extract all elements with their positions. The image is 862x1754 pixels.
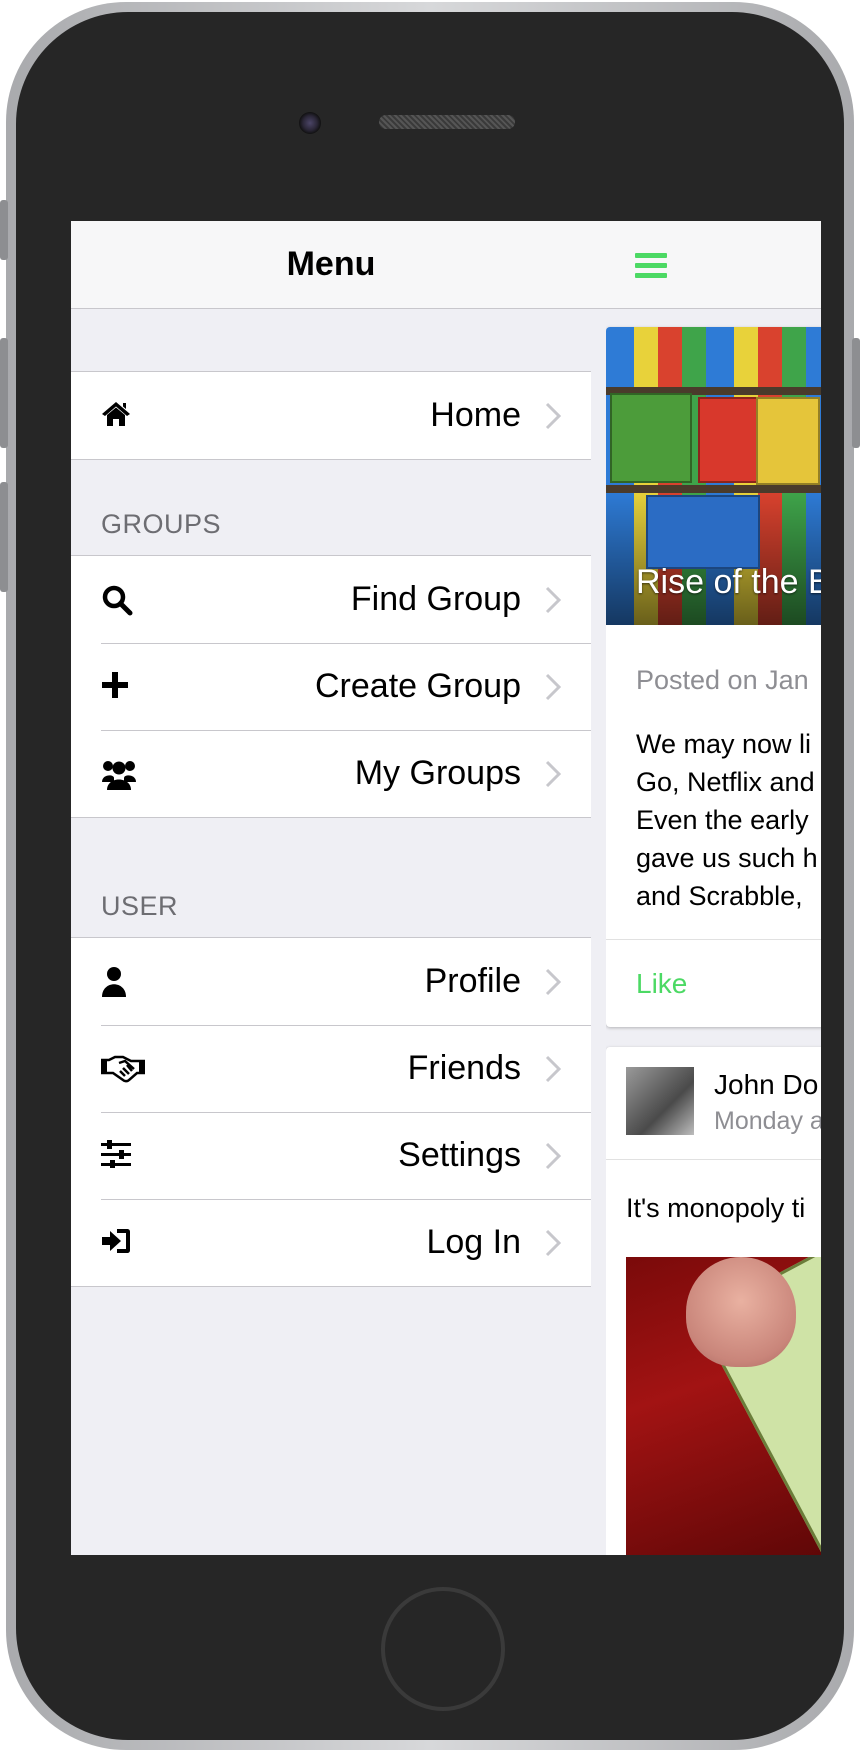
volume-down-button	[0, 482, 8, 592]
menu-item-label: Log In	[426, 1223, 521, 1261]
menu-item-my-groups[interactable]: My Groups	[71, 730, 591, 817]
chevron-right-icon	[545, 673, 562, 701]
menu-item-home[interactable]: Home	[71, 372, 591, 459]
article-card-footer: Like	[606, 939, 821, 1027]
volume-up-button	[0, 338, 8, 448]
menu-item-label: Find Group	[350, 580, 521, 618]
menu-item-find-group[interactable]: Find Group	[71, 556, 591, 643]
menu-item-log-in[interactable]: Log In	[71, 1199, 591, 1286]
nav-bar: Menu	[71, 221, 821, 309]
menu-item-label: My Groups	[354, 754, 521, 792]
user-icon	[101, 966, 137, 998]
user-list: Profile Friends Settings Log In	[71, 937, 591, 1287]
chevron-right-icon	[545, 760, 562, 788]
earpiece-speaker	[379, 115, 515, 129]
menu-item-label: Home	[430, 396, 521, 434]
home-button[interactable]	[381, 1587, 505, 1711]
menu-item-label: Create Group	[315, 667, 521, 705]
chevron-right-icon	[545, 402, 562, 430]
app-screen: Menu Home GROUPS Find Group Create Group…	[71, 221, 821, 1555]
groups-list: Find Group Create Group My Groups	[71, 555, 591, 818]
groups-section-label: GROUPS	[101, 509, 222, 539]
chevron-right-icon	[545, 586, 562, 614]
menu-item-label: Profile	[424, 962, 521, 1000]
chevron-right-icon	[545, 968, 562, 996]
menu-item-label: Settings	[398, 1136, 521, 1174]
sliders-icon	[101, 1140, 137, 1172]
avatar[interactable]	[626, 1067, 694, 1135]
plus-icon	[101, 671, 137, 703]
post-card[interactable]: John Do Monday a It's monopoly ti	[606, 1047, 821, 1555]
article-text-line: We may now li	[636, 729, 812, 759]
sign-in-icon	[101, 1227, 137, 1259]
chevron-right-icon	[545, 1142, 562, 1170]
menu-item-profile[interactable]: Profile	[71, 938, 591, 1025]
like-link[interactable]: Like	[636, 940, 687, 1027]
users-icon	[101, 758, 137, 790]
post-text: It's monopoly ti	[626, 1193, 806, 1223]
article-text-line: gave us such h	[636, 843, 818, 873]
power-button	[852, 338, 860, 448]
article-overlay-title: Rise of the B	[636, 563, 821, 601]
home-icon	[101, 400, 137, 432]
menu-title: Menu	[286, 245, 376, 283]
phone-frame: Menu Home GROUPS Find Group Create Group…	[0, 2, 860, 1750]
menu-item-create-group[interactable]: Create Group	[71, 643, 591, 730]
article-body: We may now li Go, Netflix and Even the e…	[636, 725, 821, 915]
post-image	[626, 1257, 821, 1555]
mute-switch	[0, 200, 8, 260]
menu-item-label: Friends	[407, 1049, 521, 1087]
front-camera	[299, 112, 321, 134]
chevron-right-icon	[545, 1055, 562, 1083]
article-text-line: and Scrabble,	[636, 881, 803, 911]
post-date: Monday a	[714, 1107, 821, 1135]
phone-bezel: Menu Home GROUPS Find Group Create Group…	[16, 12, 844, 1740]
post-header: John Do Monday a	[606, 1047, 821, 1160]
article-text-line: Go, Netflix and	[636, 767, 815, 797]
menu-item-friends[interactable]: Friends	[71, 1025, 591, 1112]
hamburger-icon[interactable]	[635, 253, 667, 279]
handshake-icon	[100, 1053, 146, 1085]
chevron-right-icon	[545, 1229, 562, 1257]
feed-content: Rise of the B Posted on Jan We may now l…	[606, 309, 821, 1555]
article-card[interactable]: Rise of the B Posted on Jan We may now l…	[606, 327, 821, 1027]
article-posted-date: Posted on Jan	[636, 665, 809, 695]
home-list: Home	[71, 371, 591, 460]
post-author-name[interactable]: John Do	[714, 1069, 818, 1101]
menu-item-settings[interactable]: Settings	[71, 1112, 591, 1199]
side-menu: Home GROUPS Find Group Create Group My G…	[71, 309, 591, 1555]
user-section-label: USER	[101, 891, 179, 921]
search-icon	[101, 584, 137, 616]
article-text-line: Even the early	[636, 805, 809, 835]
